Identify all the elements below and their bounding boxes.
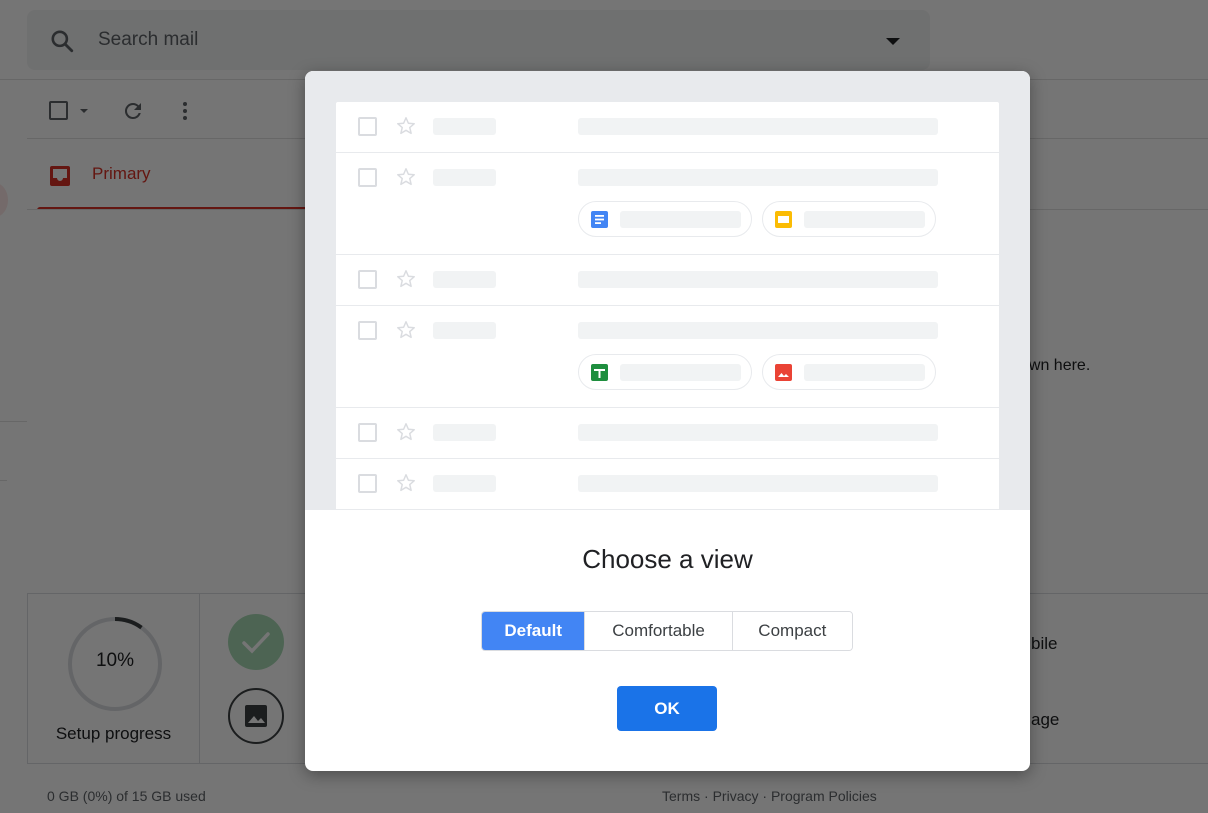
preview-email-row (336, 459, 999, 510)
preview-subject-placeholder (578, 271, 938, 288)
ok-button[interactable]: OK (617, 686, 717, 731)
view-option-comfortable[interactable]: Comfortable (585, 612, 733, 650)
slides-icon (775, 211, 792, 228)
attachment-name-placeholder (804, 364, 925, 381)
preview-sender-placeholder (433, 271, 496, 288)
preview-checkbox (358, 474, 377, 493)
attachment-chip (578, 354, 752, 390)
preview-checkbox (358, 270, 377, 289)
star-icon (395, 319, 417, 341)
attachment-chip (762, 354, 936, 390)
preview-email-row (336, 102, 999, 153)
preview-checkbox (358, 321, 377, 340)
preview-subject-placeholder (578, 475, 938, 492)
dialog-title: Choose a view (582, 544, 753, 574)
preview-subject-placeholder (578, 322, 938, 339)
preview-sender-placeholder (433, 322, 496, 339)
preview-checkbox (358, 117, 377, 136)
preview-subject-placeholder (578, 169, 938, 186)
star-icon (395, 472, 417, 494)
star-icon (395, 268, 417, 290)
view-option-compact[interactable]: Compact (732, 612, 852, 650)
sheets-icon (591, 364, 608, 381)
attachment-chip (578, 201, 752, 237)
attachment-name-placeholder (804, 211, 925, 228)
preview-subject-placeholder (578, 118, 938, 135)
preview-sender-placeholder (433, 169, 496, 186)
preview-email-row (336, 153, 999, 255)
preview-sender-placeholder (433, 475, 496, 492)
view-option-default[interactable]: Default (482, 612, 586, 650)
preview-checkbox (358, 423, 377, 442)
attachment-name-placeholder (620, 364, 741, 381)
preview-email-row (336, 408, 999, 459)
preview-email-row (336, 306, 999, 408)
preview-sender-placeholder (433, 424, 496, 441)
preview-checkbox (358, 168, 377, 187)
attachment-chip (762, 201, 936, 237)
preview-email-list (336, 102, 999, 510)
choose-view-dialog: Choose a view Default Comfortable Compac… (305, 71, 1030, 771)
preview-sender-placeholder (433, 118, 496, 135)
preview-email-row (336, 255, 999, 306)
docs-icon (591, 211, 608, 228)
attachment-name-placeholder (620, 211, 741, 228)
preview-subject-placeholder (578, 424, 938, 441)
star-icon (395, 421, 417, 443)
view-options-group: Default Comfortable Compact (481, 611, 853, 651)
view-preview (305, 71, 1030, 510)
star-icon (395, 166, 417, 188)
star-icon (395, 115, 417, 137)
photo-icon (775, 364, 792, 381)
